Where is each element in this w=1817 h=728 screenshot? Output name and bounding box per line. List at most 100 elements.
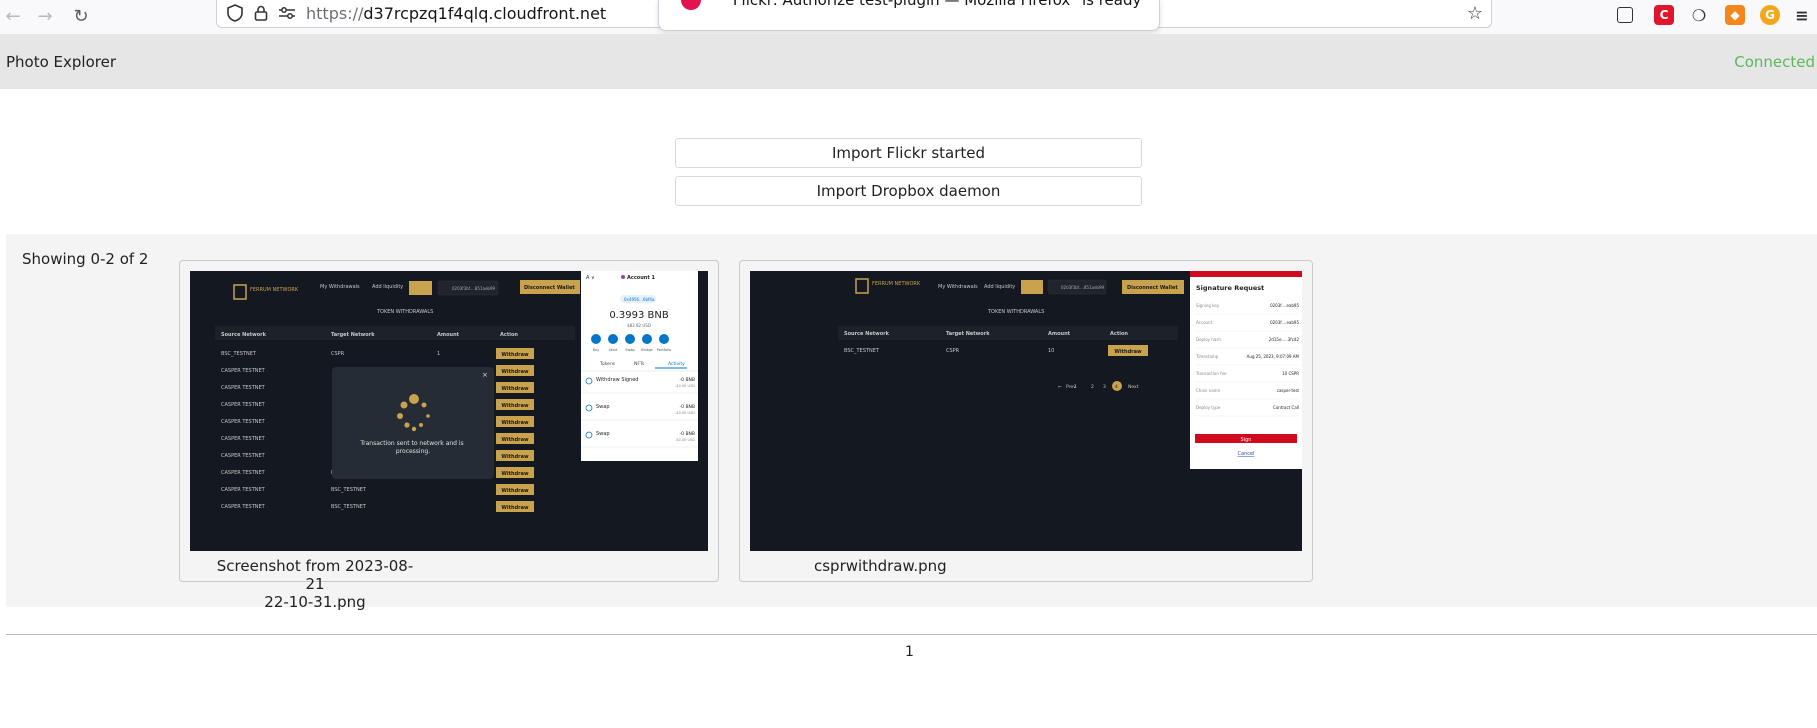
menu-icon[interactable]: ≡ bbox=[1792, 5, 1812, 25]
import-flickr-button[interactable]: Import Flickr started bbox=[675, 138, 1142, 168]
thumb-heading: TOKEN WITHDRAWALS bbox=[376, 309, 433, 315]
extensions-puzzle-icon[interactable]: ❍ bbox=[1689, 5, 1709, 25]
thumb-wallet-action-label: Bridge bbox=[641, 348, 652, 352]
shield-icon[interactable] bbox=[225, 3, 245, 23]
thumb2-heading: TOKEN WITHDRAWALS bbox=[987, 309, 1044, 315]
thumb-nav-withdrawals: My Withdrawals bbox=[320, 284, 360, 290]
thumb2-sig-value: casper-test bbox=[1277, 388, 1300, 393]
thumb-wallet-balance: 0.3993 BNB bbox=[609, 310, 669, 321]
permissions-icon[interactable] bbox=[277, 3, 297, 23]
thumb2-sig-label: Deploy type bbox=[1196, 405, 1221, 410]
url-protocol: https:// bbox=[306, 4, 364, 23]
thumb-withdraw: Withdraw bbox=[501, 471, 529, 477]
url-host: d37rcpzq1f4qlq.cloudfront.net bbox=[363, 4, 607, 23]
lock-icon[interactable] bbox=[251, 3, 271, 23]
thumb-row-source: BSC_TESTNET bbox=[221, 351, 257, 357]
thumb-row-source: CASPER TESTNET bbox=[221, 385, 266, 391]
notification-text: "Flickr: Authorize test-plugin — Mozilla… bbox=[726, 0, 1142, 9]
thumb-withdraw: Withdraw bbox=[501, 403, 529, 409]
photo-caption: Screenshot from 2023-08-21 22-10-31.png bbox=[210, 557, 420, 611]
thumb-modal-close-icon: × bbox=[482, 371, 488, 379]
metamask-fox-icon[interactable]: ◆ bbox=[1725, 5, 1745, 25]
thumb-row-source: CASPER TESTNET bbox=[221, 368, 266, 374]
app-title: Photo Explorer bbox=[6, 53, 117, 71]
extension-red-icon[interactable]: C bbox=[1654, 5, 1674, 25]
thumb-wallet-activity-title: Withdraw Signed bbox=[596, 377, 638, 383]
thumb2-pager-item: Next bbox=[1128, 384, 1139, 390]
svg-text:A ∨: A ∨ bbox=[586, 275, 595, 281]
thumb2-col-target: Target Network bbox=[946, 331, 990, 337]
thumb2-pager-item: 3 bbox=[1103, 384, 1106, 390]
photo-thumbnail[interactable]: FERRUM NETWORK My Withdrawals Add liquid… bbox=[190, 271, 708, 551]
thumb2-sig-label: Transaction fee bbox=[1195, 371, 1227, 376]
photo-thumbnail[interactable]: FERRUM NETWORK My Withdrawals Add liquid… bbox=[750, 271, 1302, 551]
app-header: Photo Explorer Connected bbox=[0, 34, 1817, 89]
thumb-row-source: CASPER TESTNET bbox=[221, 436, 266, 442]
thumb-withdraw: Withdraw bbox=[501, 420, 529, 426]
thumb2-sig-value: Aug 25, 2023, 9:07:09 AM bbox=[1247, 354, 1300, 359]
back-icon[interactable]: ← bbox=[0, 4, 26, 28]
thumb-withdraw: Withdraw bbox=[501, 437, 529, 443]
thumb-withdraw: Withdraw bbox=[501, 505, 529, 511]
bookmark-star-icon[interactable]: ☆ bbox=[1467, 3, 1483, 24]
photo-card[interactable]: FERRUM NETWORK My Withdrawals Add liquid… bbox=[739, 260, 1313, 582]
thumb-modal-text-2: processing. bbox=[396, 448, 430, 455]
thumb-col-target: Target Network bbox=[331, 332, 375, 338]
reload-icon[interactable]: ↻ bbox=[68, 4, 94, 28]
thumb-wallet-action-icon bbox=[625, 334, 635, 344]
thumb-withdraw: Withdraw bbox=[501, 369, 529, 375]
thumb-col-amount: Amount bbox=[437, 332, 460, 338]
thumb2-pager-item: 4 bbox=[1115, 384, 1118, 390]
thumb-withdraw: Withdraw bbox=[501, 454, 529, 460]
thumb2-pager-item: 1 bbox=[1074, 384, 1077, 390]
pagination-divider bbox=[6, 634, 1817, 635]
thumb2-sig-cancel: Cancel bbox=[1238, 451, 1255, 457]
thumb2-sig-label: Account bbox=[1196, 320, 1213, 325]
thumb-wallet-address: 0x4956...6bf4a bbox=[624, 297, 655, 302]
thumb-row-source: CASPER TESTNET bbox=[221, 487, 266, 493]
thumb-address: 0203f3bf....851aeb99 bbox=[452, 286, 496, 291]
thumb2-sig-sign: Sign bbox=[1241, 437, 1252, 443]
thumb-wallet-account: Account 1 bbox=[627, 275, 655, 281]
pagination-page-1[interactable]: 1 bbox=[905, 644, 914, 660]
thumb-modal-text-1: Transaction sent to network and is bbox=[359, 440, 463, 447]
thumb2-brand: FERRUM NETWORK bbox=[872, 281, 921, 287]
thumb2-sig-label: Signing key bbox=[1196, 303, 1220, 308]
import-dropbox-button[interactable]: Import Dropbox daemon bbox=[675, 176, 1142, 206]
thumb2-sig-title: Signature Request bbox=[1196, 284, 1264, 292]
thumb-row-source: CASPER TESTNET bbox=[221, 504, 266, 510]
thumb-wallet-activity-sub: -$0.00 USD bbox=[675, 384, 695, 388]
thumb2-sig-label: Deploy hash bbox=[1196, 337, 1221, 342]
thumb-wallet-activity-sub: -$0.00 USD bbox=[675, 411, 695, 415]
thumb-row-amount: 1 bbox=[437, 351, 440, 357]
thumb2-address: 0203f3bf....851aeb99 bbox=[1061, 285, 1105, 290]
thumb2-sig-value: 0203f....eab95 bbox=[1270, 303, 1299, 308]
thumb2-sig-value: Contract Call bbox=[1273, 405, 1299, 410]
pocket-icon[interactable] bbox=[1617, 7, 1633, 23]
thumb2-row-target: CSPR bbox=[946, 348, 960, 354]
thumb2-sig-value: 2d15e.....3fcd2 bbox=[1269, 337, 1300, 342]
thumb-disconnect: Disconnect Wallet bbox=[524, 285, 575, 291]
thumb-withdraw: Withdraw bbox=[501, 352, 529, 358]
thumb-col-source: Source Network bbox=[221, 332, 267, 338]
thumb2-pager-prev-arrow: ← bbox=[1058, 385, 1062, 390]
photo-card[interactable]: FERRUM NETWORK My Withdrawals Add liquid… bbox=[179, 260, 719, 611]
caption-line-1: Screenshot from 2023-08-21 bbox=[216, 557, 414, 593]
photo-caption: csprwithdraw.png bbox=[814, 557, 947, 575]
thumb-withdraw: Withdraw bbox=[501, 488, 529, 494]
thumb-row-source: CASPER TESTNET bbox=[221, 453, 266, 459]
extension-orange-icon[interactable]: G bbox=[1760, 5, 1780, 25]
thumb-col-action: Action bbox=[500, 332, 518, 338]
thumb-wallet-action-icon bbox=[659, 334, 669, 344]
url-text[interactable]: https://d37rcpzq1f4qlq.cloudfront.net bbox=[306, 4, 606, 23]
thumb2-col-action: Action bbox=[1110, 331, 1128, 337]
forward-icon[interactable]: → bbox=[32, 4, 58, 28]
results-count: Showing 0-2 of 2 bbox=[22, 250, 149, 268]
thumb-nav-liquidity: Add liquidity bbox=[372, 284, 403, 290]
connection-status: Connected bbox=[1734, 53, 1815, 71]
thumb-wallet-activity-title: Swap bbox=[596, 431, 610, 437]
notification-toast[interactable]: "Flickr: Authorize test-plugin — Mozilla… bbox=[658, 0, 1160, 31]
caption-line-1: csprwithdraw.png bbox=[814, 557, 947, 575]
thumb-wallet-action-icon bbox=[642, 334, 652, 344]
thumb-brand: FERRUM NETWORK bbox=[250, 287, 299, 293]
